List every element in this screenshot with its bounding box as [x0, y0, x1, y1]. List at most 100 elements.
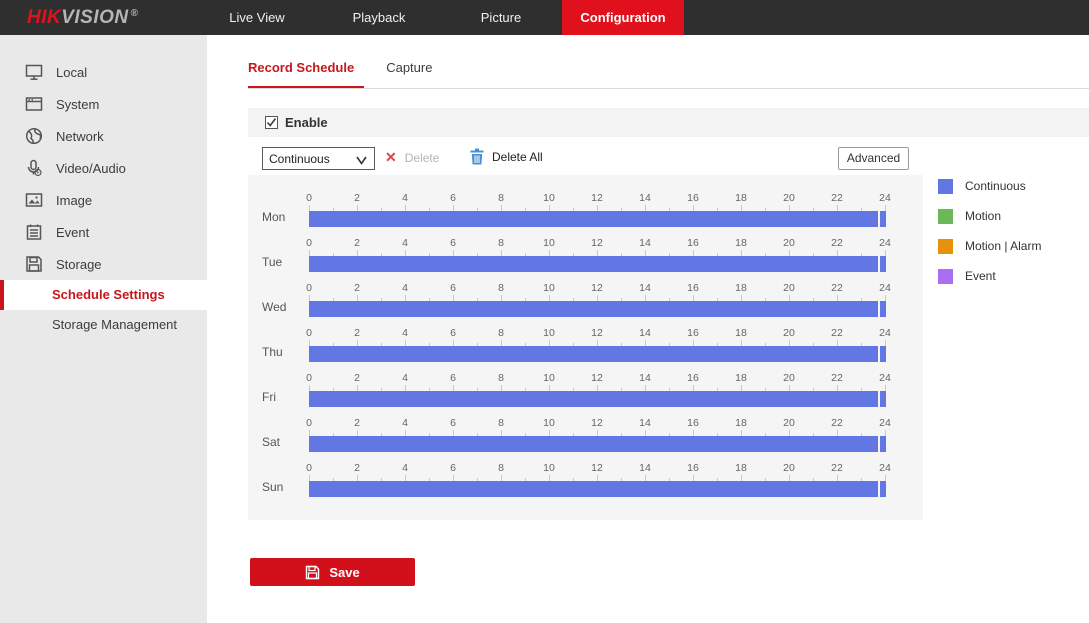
hour-tick-label: 0 [299, 462, 319, 474]
sidebar-subitem-schedule-settings[interactable]: Schedule Settings [0, 280, 207, 310]
hour-tick-label: 12 [587, 417, 607, 429]
tab-record-schedule[interactable]: Record Schedule [248, 55, 364, 89]
hour-tick-label: 12 [587, 192, 607, 204]
sidebar-item-network[interactable]: Network [0, 120, 207, 152]
delete-all-button[interactable]: Delete All [470, 148, 543, 165]
monitor-icon [25, 63, 43, 81]
hour-tick-label: 10 [539, 372, 559, 384]
schedule-segment-continuous[interactable] [309, 301, 886, 317]
hour-ruler: 024681012141618202224 [309, 417, 886, 462]
timeline-cursor[interactable] [878, 301, 880, 317]
hour-tick-label: 24 [875, 237, 895, 249]
schedule-segment-continuous[interactable] [309, 256, 886, 272]
legend-label: Motion [965, 209, 1001, 223]
timeline-cursor[interactable] [878, 346, 880, 362]
day-label: Fri [262, 390, 304, 404]
hour-tick-label: 4 [395, 372, 415, 384]
hour-tick-label: 2 [347, 372, 367, 384]
hour-tick-label: 16 [683, 462, 703, 474]
hour-tick-label: 8 [491, 417, 511, 429]
hour-tick-label: 2 [347, 462, 367, 474]
timeline-cursor[interactable] [878, 436, 880, 452]
advanced-button[interactable]: Advanced [838, 147, 909, 170]
hour-tick-label: 10 [539, 282, 559, 294]
sidebar-item-video-audio[interactable]: Video/Audio [0, 152, 207, 184]
legend-swatch [938, 239, 953, 254]
schedule-bar-thu[interactable] [309, 346, 886, 362]
save-label: Save [329, 565, 359, 580]
schedule-segment-continuous[interactable] [309, 346, 886, 362]
hour-tick-label: 12 [587, 372, 607, 384]
hour-tick-label: 20 [779, 417, 799, 429]
hour-tick-label: 16 [683, 282, 703, 294]
hour-tick-label: 14 [635, 417, 655, 429]
schedule-bar-tue[interactable] [309, 256, 886, 272]
hour-tick-label: 0 [299, 372, 319, 384]
legend-item-continuous: Continuous [938, 171, 1041, 201]
timeline-cursor[interactable] [878, 481, 880, 497]
hour-tick-label: 14 [635, 372, 655, 384]
hour-tick-label: 12 [587, 282, 607, 294]
timeline-cursor[interactable] [878, 391, 880, 407]
sidebar-subitem-storage-management[interactable]: Storage Management [0, 310, 207, 340]
sidebar-item-local[interactable]: Local [0, 56, 207, 88]
legend-swatch [938, 179, 953, 194]
nav-item-playback[interactable]: Playback [318, 0, 440, 35]
sidebar-item-label: Video/Audio [56, 161, 126, 176]
tab-bar: Record Schedule Capture [248, 55, 436, 89]
schedule-bar-fri[interactable] [309, 391, 886, 407]
schedule-bar-wed[interactable] [309, 301, 886, 317]
nav-item-picture[interactable]: Picture [440, 0, 562, 35]
enable-checkbox[interactable] [265, 116, 278, 129]
schedule-timeline-panel: Mon024681012141618202224Tue0246810121416… [248, 175, 923, 520]
sidebar-item-label: Local [56, 65, 87, 80]
timeline-cursor[interactable] [878, 256, 880, 272]
hour-ruler: 024681012141618202224 [309, 327, 886, 372]
record-type-select[interactable]: Continuous [262, 147, 375, 170]
sidebar-item-label: Image [56, 193, 92, 208]
sidebar-item-storage[interactable]: Storage [0, 248, 207, 280]
tab-capture[interactable]: Capture [386, 55, 436, 89]
hour-tick-label: 18 [731, 192, 751, 204]
delete-button[interactable]: ✕ Delete [385, 149, 439, 166]
hour-tick-label: 6 [443, 237, 463, 249]
schedule-segment-continuous[interactable] [309, 391, 886, 407]
hour-tick-label: 22 [827, 237, 847, 249]
hour-tick-label: 4 [395, 192, 415, 204]
hour-tick-label: 14 [635, 462, 655, 474]
schedule-segment-continuous[interactable] [309, 436, 886, 452]
save-button[interactable]: Save [250, 558, 415, 586]
hour-tick-label: 22 [827, 417, 847, 429]
hour-tick-label: 2 [347, 237, 367, 249]
schedule-segment-continuous[interactable] [309, 481, 886, 497]
sidebar-item-image[interactable]: Image [0, 184, 207, 216]
schedule-segment-continuous[interactable] [309, 211, 886, 227]
hour-tick-label: 20 [779, 192, 799, 204]
timeline-row-wed: Wed024681012141618202224 [248, 282, 923, 327]
sidebar-item-system[interactable]: System [0, 88, 207, 120]
hour-tick-label: 6 [443, 282, 463, 294]
hour-tick-label: 2 [347, 417, 367, 429]
record-type-value: Continuous [269, 152, 330, 166]
schedule-bar-mon[interactable] [309, 211, 886, 227]
hour-ruler: 024681012141618202224 [309, 282, 886, 327]
hour-tick-label: 10 [539, 192, 559, 204]
hour-tick-label: 18 [731, 327, 751, 339]
hour-tick-label: 18 [731, 462, 751, 474]
hour-tick-label: 4 [395, 237, 415, 249]
hour-ruler: 024681012141618202224 [309, 237, 886, 282]
nav-item-configuration[interactable]: Configuration [562, 0, 684, 35]
hour-tick-label: 2 [347, 327, 367, 339]
top-bar: HIKVISION® Live ViewPlaybackPictureConfi… [0, 0, 1089, 35]
nav-item-live-view[interactable]: Live View [196, 0, 318, 35]
schedule-bar-sun[interactable] [309, 481, 886, 497]
legend-item-event: Event [938, 261, 1041, 291]
enable-label: Enable [285, 115, 328, 130]
delete-all-label: Delete All [492, 150, 543, 164]
sidebar-item-event[interactable]: Event [0, 216, 207, 248]
hour-tick-label: 2 [347, 282, 367, 294]
timeline-cursor[interactable] [878, 211, 880, 227]
hour-tick-label: 10 [539, 417, 559, 429]
microphone-icon [25, 159, 43, 177]
schedule-bar-sat[interactable] [309, 436, 886, 452]
